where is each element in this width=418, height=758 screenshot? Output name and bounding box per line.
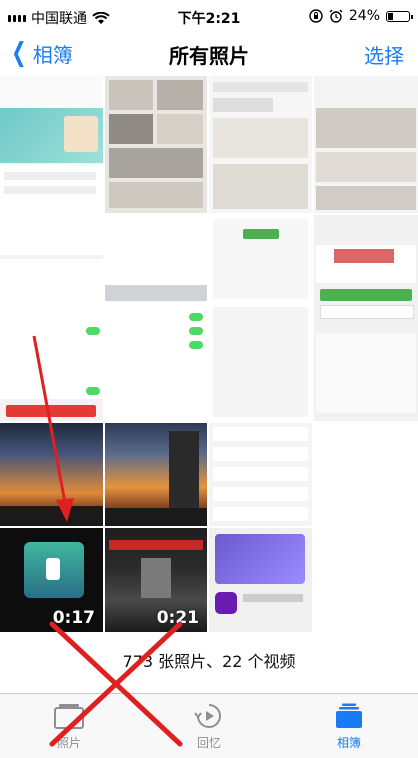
status-bar: 中国联通 下午2:21 24% — [0, 0, 418, 34]
tab-photos-label: 照片 — [56, 736, 81, 750]
photo-thumbnail[interactable] — [209, 76, 312, 213]
video-duration: 0:17 — [52, 608, 95, 628]
video-thumbnail[interactable]: 0:21 — [105, 528, 207, 632]
select-button[interactable]: 选择 — [364, 40, 404, 69]
photo-thumbnail[interactable] — [105, 76, 207, 213]
video-thumbnail[interactable]: 0:17 — [0, 528, 103, 632]
tab-photos[interactable]: 照片 — [14, 694, 124, 758]
battery-level — [388, 12, 393, 20]
tab-albums[interactable]: 相簿 — [294, 694, 404, 758]
albums-tab-icon — [336, 703, 362, 728]
photo-thumbnail[interactable] — [314, 76, 418, 213]
photo-thumbnail[interactable] — [105, 215, 207, 421]
status-right: 24% — [309, 8, 413, 24]
back-button-label: 相簿 — [32, 42, 73, 67]
library-count: 773 张照片、22 个视频 — [122, 652, 296, 671]
photo-thumbnail[interactable] — [209, 215, 312, 421]
photo-thumbnail[interactable] — [0, 215, 103, 421]
tab-albums-label: 相簿 — [336, 736, 361, 750]
photo-thumbnail[interactable] — [0, 423, 103, 526]
photo-thumbnail[interactable] — [314, 423, 418, 526]
video-duration: 0:21 — [156, 608, 199, 628]
alarm-icon — [329, 9, 343, 23]
navigation-bar: ❮ 相簿 所有照片 选择 — [0, 34, 418, 74]
battery-percentage: 24% — [348, 8, 380, 24]
orientation-lock-icon — [309, 9, 323, 23]
photo-grid: 0:17 0:21 — [0, 76, 418, 632]
photo-thumbnail[interactable] — [0, 76, 103, 213]
photos-tab-icon — [54, 704, 84, 729]
tab-bar: 照片 回忆 相簿 — [0, 693, 418, 758]
photo-thumbnail[interactable] — [314, 215, 418, 421]
photo-thumbnail[interactable] — [209, 528, 312, 632]
chevron-left-icon: ❮ — [11, 38, 27, 68]
photo-thumbnail[interactable] — [105, 423, 207, 526]
tab-memories-label: 回忆 — [196, 736, 221, 750]
photo-thumbnail[interactable] — [314, 528, 418, 632]
battery-icon — [386, 10, 413, 22]
back-button[interactable]: ❮ 相簿 — [8, 38, 73, 68]
tab-memories[interactable]: 回忆 — [154, 694, 264, 758]
memories-tab-icon — [194, 704, 221, 728]
photo-thumbnail[interactable] — [209, 423, 312, 526]
